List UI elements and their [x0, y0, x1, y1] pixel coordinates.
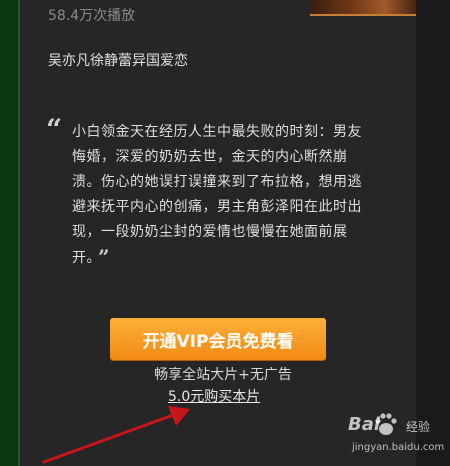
- synopsis-text: 小白领金天在经历人生中最失败的时刻：男友悔婚，深爱的奶奶去世，金天的内心断然崩溃…: [72, 124, 362, 266]
- view-count: 58.4万次播放: [48, 8, 136, 24]
- vip-free-watch-button[interactable]: 开通VIP会员免费看: [110, 318, 326, 360]
- baidu-jingyan-watermark: Bai 经验 jingyan.baidu.com: [348, 412, 448, 464]
- vip-benefit-text: 畅享全站大片+无广告: [0, 364, 450, 384]
- top-decoration: [310, 0, 416, 16]
- jingyan-label: 经验: [406, 420, 431, 434]
- red-arrow-annotation: [42, 406, 190, 464]
- synopsis: 小白领金天在经历人生中最失败的时刻：男友悔婚，深爱的奶奶去世，金天的内心断然崩溃…: [72, 120, 372, 271]
- baidu-paw-icon: [375, 413, 397, 435]
- cast-line: 吴亦凡徐静蕾异国爱恋: [48, 53, 188, 69]
- left-background-strip: [0, 0, 20, 466]
- vip-benefit-label: 畅享全站大片+无广告: [154, 367, 292, 383]
- watermark-url: jingyan.baidu.com: [352, 442, 445, 453]
- right-background-strip: [416, 0, 450, 466]
- open-quote-icon: “: [46, 113, 63, 146]
- close-quote-icon: ”: [98, 245, 111, 269]
